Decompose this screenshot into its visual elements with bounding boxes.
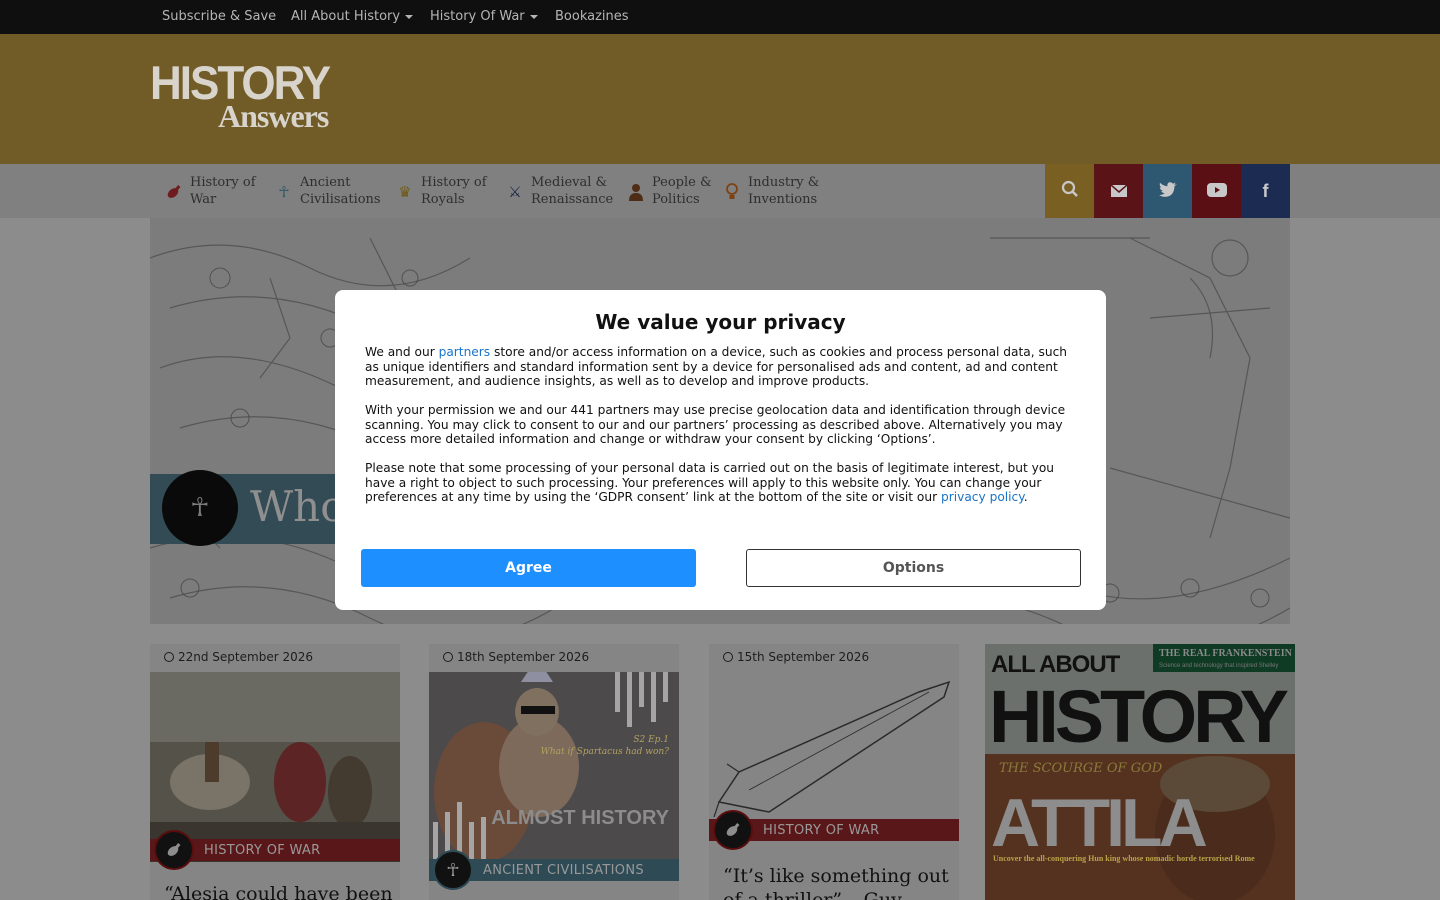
person-icon: [626, 182, 646, 202]
nav-item-history-of-royals[interactable]: ♛ History of Royals: [395, 174, 491, 210]
article-card[interactable]: 18th September 2026 S2 Ep.1 What if Spar…: [429, 644, 679, 900]
facebook-icon: f: [1262, 180, 1269, 201]
bookazines-link[interactable]: Bookazines: [555, 9, 629, 24]
consent-p3-post: .: [1023, 490, 1028, 505]
search-button[interactable]: [1045, 164, 1094, 218]
consent-paragraph-1: We and our partners store and/or access …: [365, 345, 1080, 389]
category-label: HISTORY OF WAR: [204, 842, 321, 858]
lightbulb-icon: [722, 182, 742, 202]
facebook-button[interactable]: f: [1241, 164, 1290, 218]
top-bar: Subscribe & Save All About History Histo…: [0, 0, 1440, 34]
magazine-cover-sub: Uncover the all-conquering Hun king whos…: [993, 854, 1255, 863]
nav-item-industry-inventions[interactable]: Industry & Inventions: [722, 174, 838, 210]
category-label: ANCIENT CIVILISATIONS: [483, 862, 644, 878]
article-date: 15th September 2026: [723, 650, 869, 664]
magazine-cover-art: THE REAL FRANKENSTEIN Science and techno…: [985, 644, 1295, 900]
consent-p1-pre: We and our: [365, 345, 439, 359]
nav-label: Industry & Inventions: [748, 175, 820, 207]
article-date: 22nd September 2026: [164, 650, 313, 664]
nav-label: History of War: [190, 175, 256, 207]
magazine-masthead-top: ALL ABOUT: [991, 651, 1121, 678]
nav-item-medieval-renaissance[interactable]: ⚔ Medieval & Renaissance: [505, 174, 621, 210]
ankh-icon: ☥: [433, 850, 473, 890]
podcast-brand-text: ALMOST HISTORY: [491, 807, 669, 829]
date-text: 18th September 2026: [457, 650, 590, 664]
clock-icon: [723, 652, 733, 662]
article-headline[interactable]: “It’s like something out of a thriller” …: [723, 864, 953, 900]
date-text: 15th September 2026: [737, 650, 870, 664]
subscribe-link[interactable]: Subscribe & Save: [162, 9, 276, 24]
twitter-icon: [1158, 181, 1177, 202]
twitter-button[interactable]: [1143, 164, 1192, 218]
crossed-swords-icon: ⚔: [508, 183, 522, 201]
consent-paragraph-3: Please note that some processing of your…: [365, 461, 1080, 505]
caret-down-icon: [405, 14, 414, 19]
category-label: HISTORY OF WAR: [763, 822, 880, 838]
nav-item-ancient-civilisations[interactable]: ☥ Ancient Civilisations: [274, 174, 390, 210]
clock-icon: [443, 652, 453, 662]
agree-button[interactable]: Agree: [361, 549, 696, 587]
magazine-cover[interactable]: THE REAL FRANKENSTEIN Science and techno…: [985, 644, 1295, 900]
youtube-icon: [1206, 181, 1227, 202]
nav-label: People & Politics: [652, 175, 712, 207]
dialog-title: We value your privacy: [595, 310, 846, 334]
magazine-corner-sub: Science and technology that inspired She…: [1159, 663, 1278, 669]
all-about-history-menu[interactable]: All About History: [291, 9, 414, 24]
article-headline[interactable]: “Alesia could have been: [164, 882, 394, 900]
ankh-icon: ☥: [162, 470, 238, 546]
nav-label: History of Royals: [421, 175, 487, 207]
nav-item-people-politics[interactable]: People & Politics: [626, 174, 722, 210]
magazine-kicker: THE SCOURGE OF GOD: [999, 761, 1163, 776]
article-image[interactable]: [709, 672, 959, 817]
privacy-consent-dialog: We value your privacy We and our partner…: [335, 290, 1106, 610]
site-header: HISTORY Answers: [0, 34, 1440, 164]
consent-paragraph-2: With your permission we and our 441 part…: [365, 403, 1066, 447]
ankh-icon: ☥: [278, 183, 290, 201]
date-text: 22nd September 2026: [178, 650, 313, 664]
history-of-war-menu[interactable]: History Of War: [430, 9, 538, 24]
nav-label: Medieval & Renaissance: [531, 175, 614, 207]
article-image[interactable]: [150, 672, 400, 862]
mail-button[interactable]: [1094, 164, 1143, 218]
bomb-icon: [713, 810, 753, 850]
all-about-history-label: All About History: [291, 9, 401, 24]
nav-label: Ancient Civilisations: [300, 175, 381, 207]
hero-title[interactable]: Who: [250, 482, 346, 531]
podcast-artwork[interactable]: S2 Ep.1 What if Spartacus had won? ALMOS…: [429, 672, 679, 860]
article-card[interactable]: 22nd September 2026 HISTORY OF WAR “Ales…: [150, 644, 400, 900]
logo-answers-text: Answers: [218, 98, 329, 134]
magazine-masthead: HISTORY: [989, 675, 1289, 758]
caret-down-icon: [529, 14, 538, 19]
history-of-war-label: History Of War: [430, 9, 525, 24]
partners-link[interactable]: partners: [439, 345, 491, 359]
youtube-button[interactable]: [1192, 164, 1241, 218]
article-card[interactable]: 15th September 2026 HISTORY OF WAR “It’s…: [709, 644, 959, 900]
crown-icon: ♛: [398, 183, 412, 201]
bomb-icon: [164, 182, 184, 202]
site-logo[interactable]: HISTORY Answers: [150, 60, 360, 134]
article-date: 18th September 2026: [443, 650, 589, 664]
search-icon: [1061, 180, 1079, 203]
clock-icon: [164, 652, 174, 662]
podcast-question-text: What if Spartacus had won?: [541, 747, 670, 757]
mail-icon: [1110, 181, 1127, 202]
magazine-cover-title: ATTILA: [991, 785, 1207, 861]
options-button[interactable]: Options: [746, 549, 1081, 587]
podcast-episode-text: S2 Ep.1: [633, 735, 669, 745]
bomb-icon: [154, 830, 194, 870]
nav-item-history-of-war[interactable]: History of War: [164, 174, 280, 210]
magazine-corner-title: THE REAL FRANKENSTEIN: [1159, 648, 1293, 659]
privacy-policy-link[interactable]: privacy policy: [941, 490, 1024, 504]
